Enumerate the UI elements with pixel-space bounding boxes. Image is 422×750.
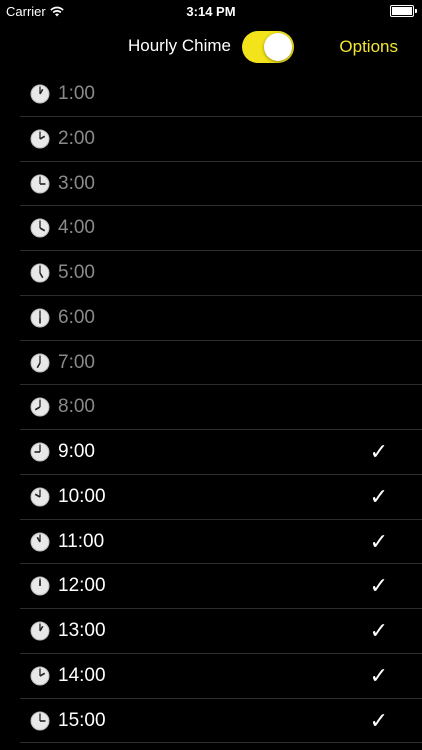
hour-label: 3:00 xyxy=(58,172,95,194)
hourly-chime-label: Hourly Chime xyxy=(128,36,231,55)
hour-row[interactable]: 10:00 ✓ xyxy=(0,475,422,520)
hour-row[interactable]: 2:00 xyxy=(0,117,422,162)
hour-label: 2:00 xyxy=(58,127,95,149)
hour-label: 15:00 xyxy=(58,709,106,731)
clock-icon xyxy=(30,353,50,372)
status-bar: Carrier 3:14 PM xyxy=(0,0,422,22)
checkmark-icon: ✓ xyxy=(369,483,388,509)
checkmark-icon: ✓ xyxy=(369,662,388,688)
hour-row[interactable]: 12:00 ✓ xyxy=(0,564,422,609)
hour-row[interactable]: 5:00 xyxy=(0,251,422,296)
hour-label: 12:00 xyxy=(58,575,106,597)
checkmark-icon: ✓ xyxy=(369,528,388,554)
clock-icon xyxy=(30,218,50,238)
toggle-knob xyxy=(264,33,292,61)
hour-row[interactable]: 6:00 xyxy=(0,296,422,341)
status-time: 3:14 PM xyxy=(186,4,236,19)
hour-label: 4:00 xyxy=(58,217,95,239)
hour-label: 9:00 xyxy=(58,441,95,462)
clock-icon xyxy=(30,174,50,193)
hour-row[interactable]: 13:00 ✓ xyxy=(0,609,422,654)
hour-label: 10:00 xyxy=(58,485,106,507)
hour-row[interactable]: 15:00 ✓ xyxy=(0,699,422,744)
clock-icon xyxy=(30,308,50,328)
hour-row[interactable]: 4:00 xyxy=(0,206,422,251)
clock-icon xyxy=(30,621,50,641)
clock-icon xyxy=(30,263,50,283)
hour-label: 5:00 xyxy=(58,262,95,283)
clock-icon xyxy=(30,711,50,730)
hourly-chime-toggle[interactable] xyxy=(242,31,294,63)
checkmark-icon: ✓ xyxy=(369,573,388,599)
clock-icon xyxy=(30,576,50,596)
hour-row[interactable]: 9:00 ✓ xyxy=(0,430,422,475)
clock-icon xyxy=(30,84,50,104)
hour-row[interactable]: 1:00 xyxy=(0,72,422,117)
hour-row[interactable]: 11:00 ✓ xyxy=(0,520,422,565)
hour-row[interactable]: 8:00 xyxy=(0,385,422,430)
hour-label: 14:00 xyxy=(58,664,106,686)
clock-icon xyxy=(30,532,50,551)
checkmark-icon: ✓ xyxy=(369,618,388,643)
hour-row[interactable]: 14:00 ✓ xyxy=(0,654,422,699)
nav-bar: Hourly Chime Options xyxy=(0,24,422,70)
options-button[interactable]: Options xyxy=(339,37,398,57)
clock-icon xyxy=(30,487,50,507)
checkmark-icon: ✓ xyxy=(369,439,388,464)
clock-icon xyxy=(30,397,50,417)
hour-label: 7:00 xyxy=(58,351,95,373)
hour-row[interactable]: 3:00 xyxy=(0,162,422,207)
clock-icon xyxy=(30,666,50,686)
hour-row[interactable]: 7:00 xyxy=(0,341,422,386)
hour-label: 8:00 xyxy=(58,396,95,418)
hour-label: 11:00 xyxy=(58,530,105,552)
clock-icon xyxy=(30,442,50,462)
hour-label: 13:00 xyxy=(58,620,106,641)
clock-icon xyxy=(30,129,50,149)
hour-label: 1:00 xyxy=(58,83,95,104)
hour-label: 6:00 xyxy=(58,306,95,328)
checkmark-icon: ✓ xyxy=(369,707,388,733)
hour-list: 1:00 2:00 3:00 4:00 5:00 6:00 7:00 8:00 9:00 ✓ 10:… xyxy=(0,72,422,744)
battery-icon xyxy=(390,5,417,17)
